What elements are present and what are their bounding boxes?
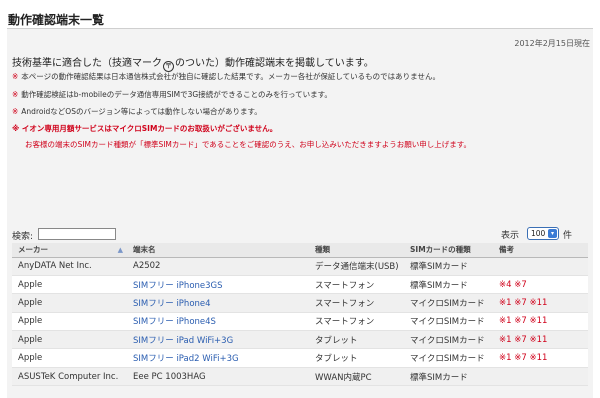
device-link[interactable]: SIMフリー iPhone3GS bbox=[133, 281, 223, 291]
remarks-cell bbox=[493, 367, 588, 387]
maker-cell: Apple bbox=[12, 275, 127, 295]
type-cell: スマートフォン bbox=[309, 312, 404, 332]
device-link[interactable]: SIMフリー iPhone4S bbox=[133, 317, 216, 327]
intro-text-before: 技術基準に適合した（技適マーク bbox=[12, 58, 162, 69]
warning-line-2: お客様の端末のSIMカード種類が「標準SIMカード」であることをご確認のうえ、お… bbox=[25, 140, 472, 149]
table-row: Apple SIMフリー iPhone4S スマートフォン マイクロSIMカード ※1 … bbox=[12, 312, 588, 332]
note-asterisk: ※ bbox=[12, 107, 19, 116]
page-size-label: 表示 bbox=[501, 231, 520, 241]
type-cell: スマートフォン bbox=[309, 293, 404, 313]
maker-cell: AnyDATA Net Inc. bbox=[12, 257, 127, 276]
remarks-cell: ※1 ※7 ※11 bbox=[493, 312, 588, 332]
remarks-cell: ※1 ※7 ※11 bbox=[493, 348, 588, 368]
device-name-cell[interactable]: SIMフリー iPhone3GS bbox=[127, 275, 309, 295]
note-asterisk: ※ bbox=[12, 72, 19, 81]
device-link[interactable]: SIMフリー iPad WiFi+3G bbox=[133, 336, 233, 346]
note-2: ※ 動作確認検証はb-mobileのデータ通信専用SIMで3G接続ができることのみ… bbox=[12, 89, 332, 100]
table-row: Apple SIMフリー iPhone3GS スマートフォン 標準SIMカード ※4 ※… bbox=[12, 275, 588, 295]
table-row: ASUSTeK Computer Inc. Eee PC 1003HAG WWAN内… bbox=[12, 367, 588, 387]
page-title: 動作確認端末一覧 bbox=[8, 13, 105, 27]
sort-ascending-icon: ▲ bbox=[117, 246, 123, 254]
sim-cell: マイクロSIMカード bbox=[404, 348, 493, 368]
maker-cell: Apple bbox=[12, 348, 127, 368]
sim-cell: 標準SIMカード bbox=[404, 275, 493, 295]
table-row: Apple SIMフリー iPad WiFi+3G タブレット マイクロSIMカード ※… bbox=[12, 330, 588, 350]
device-table: メーカー ▲ 端末名 種類 SIMカードの種類 備考 AnyDATA Net In… bbox=[12, 243, 588, 387]
table-row: AnyDATA Net Inc. A2502 データ通信端末(USB) 標準SIMカー… bbox=[12, 257, 588, 276]
chevron-down-icon: ▾ bbox=[548, 229, 557, 238]
column-header-name[interactable]: 端末名 bbox=[127, 243, 309, 258]
type-cell: タブレット bbox=[309, 330, 404, 350]
remarks-cell: ※4 ※7 bbox=[493, 275, 588, 295]
device-name-cell[interactable]: SIMフリー iPad WiFi+3G bbox=[127, 330, 309, 350]
device-link[interactable]: SIMフリー iPad2 WiFi+3G bbox=[133, 354, 239, 364]
table-header-row: メーカー ▲ 端末名 種類 SIMカードの種類 備考 bbox=[12, 243, 588, 258]
type-cell: データ通信端末(USB) bbox=[309, 257, 404, 276]
device-name-cell: Eee PC 1003HAG bbox=[127, 367, 309, 387]
page-size-select[interactable]: 100 ▾ bbox=[527, 227, 559, 240]
search-label: 検索: bbox=[12, 232, 34, 242]
as-of-date: 2012年2月15日現在 bbox=[514, 39, 590, 48]
intro-text: 技術基準に適合した（技適マーク〒のついた）動作確認端末を掲載しています。 bbox=[12, 54, 374, 72]
note-text: 動作確認検証はb-mobileのデータ通信専用SIMで3G接続ができることのみを… bbox=[21, 90, 332, 99]
column-header-type[interactable]: 種類 bbox=[309, 243, 404, 258]
page-size-unit: 件 bbox=[563, 231, 573, 241]
type-cell: スマートフォン bbox=[309, 275, 404, 295]
column-header-sim[interactable]: SIMカードの種類 bbox=[404, 243, 493, 258]
note-1: ※ 本ページの動作確認結果は日本通信株式会社が独自に確認した結果です。メーカー各社… bbox=[12, 71, 440, 82]
maker-cell: Apple bbox=[12, 330, 127, 350]
remarks-cell bbox=[493, 257, 588, 276]
maker-cell: Apple bbox=[12, 293, 127, 313]
search-input[interactable] bbox=[38, 228, 116, 240]
column-header-remarks[interactable]: 備考 bbox=[493, 243, 588, 258]
warning-line-1: ※ イオン専用月額サービスはマイクロSIMカードのお取扱いがございません。 bbox=[12, 124, 278, 133]
type-cell: WWAN内蔵PC bbox=[309, 367, 404, 387]
maker-cell: Apple bbox=[12, 312, 127, 332]
device-name-cell[interactable]: SIMフリー iPhone4 bbox=[127, 293, 309, 313]
device-name-cell[interactable]: SIMフリー iPhone4S bbox=[127, 312, 309, 332]
sim-cell: マイクロSIMカード bbox=[404, 293, 493, 313]
remarks-cell: ※1 ※7 ※11 bbox=[493, 330, 588, 350]
sim-cell: 標準SIMカード bbox=[404, 367, 493, 387]
note-asterisk: ※ bbox=[12, 90, 19, 99]
remarks-cell: ※1 ※7 ※11 bbox=[493, 293, 588, 313]
device-name-cell[interactable]: SIMフリー iPad2 WiFi+3G bbox=[127, 348, 309, 368]
maker-cell: ASUSTeK Computer Inc. bbox=[12, 367, 127, 387]
note-text: AndroidなどOSのバージョン等によっては動作しない場合があります。 bbox=[21, 107, 262, 116]
page-size-value: 100 bbox=[531, 229, 546, 238]
sim-cell: マイクロSIMカード bbox=[404, 330, 493, 350]
sim-cell: 標準SIMカード bbox=[404, 257, 493, 276]
device-name-cell: A2502 bbox=[127, 257, 309, 276]
column-header-maker[interactable]: メーカー ▲ bbox=[12, 243, 127, 258]
intro-text-after: のついた）動作確認端末を掲載しています。 bbox=[175, 58, 374, 69]
sim-cell: マイクロSIMカード bbox=[404, 312, 493, 332]
note-text: 本ページの動作確認結果は日本通信株式会社が独自に確認した結果です。メーカー各社が… bbox=[21, 72, 440, 81]
note-3: ※ AndroidなどOSのバージョン等によっては動作しない場合があります。 bbox=[12, 106, 262, 117]
type-cell: タブレット bbox=[309, 348, 404, 368]
table-row: Apple SIMフリー iPad2 WiFi+3G タブレット マイクロSIMカード… bbox=[12, 348, 588, 368]
device-link[interactable]: SIMフリー iPhone4 bbox=[133, 299, 211, 309]
table-row: Apple SIMフリー iPhone4 スマートフォン マイクロSIMカード ※1 ※… bbox=[12, 293, 588, 313]
